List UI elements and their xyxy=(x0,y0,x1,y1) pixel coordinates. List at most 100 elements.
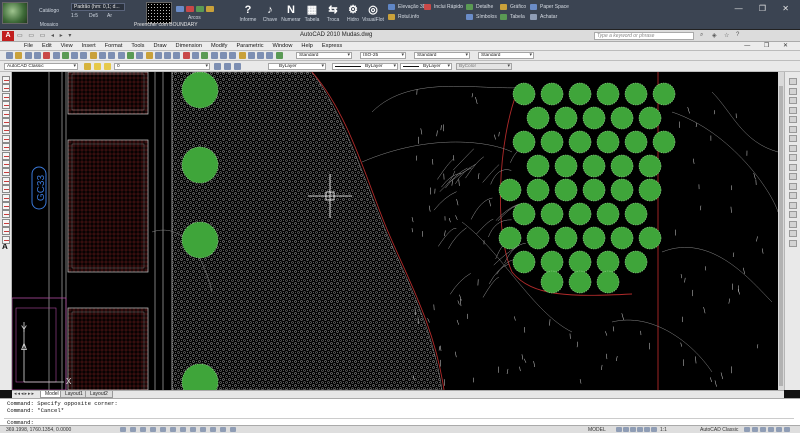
tree-symbol[interactable] xyxy=(498,226,522,250)
modify-tool-icon[interactable] xyxy=(789,87,797,95)
modify-tool-icon[interactable] xyxy=(789,230,797,237)
grid-option[interactable]: De5 xyxy=(89,13,106,21)
modify-tool-icon[interactable] xyxy=(789,97,797,104)
search-icon[interactable]: ⌕ xyxy=(700,32,703,39)
status-toggle-icon[interactable] xyxy=(180,427,186,432)
standard-tool-icon[interactable] xyxy=(89,52,97,59)
troca-icon[interactable]: ⇆ xyxy=(326,3,340,17)
tree-symbol[interactable] xyxy=(610,226,634,250)
status-toggle-icon[interactable] xyxy=(210,427,216,432)
star-icon[interactable]: ☆ xyxy=(724,32,729,39)
status-tray-icon[interactable] xyxy=(744,427,750,432)
standard-tool-icon[interactable] xyxy=(229,52,237,59)
status-tool-icon[interactable] xyxy=(616,427,622,432)
status-tool-icon[interactable] xyxy=(637,427,643,432)
status-tool-icon[interactable] xyxy=(651,427,657,432)
tree-symbol[interactable] xyxy=(554,106,578,130)
ribbon-button-3[interactable]: Gráfico xyxy=(500,3,526,12)
ribbon-button-7[interactable]: Tabela xyxy=(500,13,525,22)
menu-item-insert[interactable]: Insert xyxy=(82,43,96,49)
hidro-label[interactable]: Hidro xyxy=(342,17,364,23)
model-space-toggle[interactable]: MODEL xyxy=(588,427,606,433)
hidro-icon[interactable]: ⚙ xyxy=(346,3,360,17)
tab-layout2[interactable]: Layout2 xyxy=(85,391,113,398)
modify-tool-icon[interactable] xyxy=(789,144,797,152)
tree-symbol[interactable] xyxy=(540,270,564,294)
draw-tool-icon[interactable] xyxy=(2,160,10,168)
mosaic-label[interactable]: Mosaico xyxy=(30,22,68,28)
modify-tool-icon[interactable] xyxy=(789,201,797,209)
tree-symbol[interactable] xyxy=(512,202,536,226)
grid-option[interactable]: Ar xyxy=(107,13,124,21)
make-current-icon[interactable] xyxy=(214,63,221,70)
tree-symbol[interactable] xyxy=(610,154,634,178)
tree-symbol[interactable] xyxy=(181,221,219,259)
draw-tool-icon[interactable] xyxy=(2,227,10,236)
bulb-icon[interactable] xyxy=(94,63,101,70)
ribbon-button-4[interactable]: Paper Space xyxy=(530,3,569,12)
menu-item-format[interactable]: Format xyxy=(105,43,123,49)
color-dropdown[interactable]: ByLayer xyxy=(268,63,326,70)
shape-icon[interactable] xyxy=(186,6,194,12)
draw-tool-icon[interactable] xyxy=(2,210,10,219)
text-style-dropdown[interactable]: Standard xyxy=(296,52,352,59)
tree-symbol[interactable] xyxy=(568,270,592,294)
ribbon-button-2[interactable]: Detalhe xyxy=(466,3,493,12)
numerar-icon[interactable]: N xyxy=(284,3,298,17)
draw-tool-icon[interactable] xyxy=(2,109,10,118)
multileader-style-dropdown[interactable]: Standard xyxy=(478,52,534,59)
standard-tool-icon[interactable] xyxy=(136,52,144,59)
modify-tool-icon[interactable] xyxy=(789,220,797,228)
tree-symbol[interactable] xyxy=(540,130,564,154)
modify-tool-icon[interactable] xyxy=(789,182,797,190)
shape-icon-2[interactable] xyxy=(196,6,204,12)
tree-symbol[interactable] xyxy=(596,202,620,226)
standard-tool-icon[interactable] xyxy=(201,52,209,59)
status-tray-icon[interactable] xyxy=(760,427,766,432)
menu-item-edit[interactable]: Edit xyxy=(42,43,52,49)
standard-tool-icon[interactable] xyxy=(182,52,190,59)
status-tool-icon[interactable] xyxy=(623,427,629,432)
tree-symbol[interactable] xyxy=(582,154,606,178)
modify-tool-icon[interactable] xyxy=(789,154,797,161)
draw-tool-icon[interactable] xyxy=(2,218,10,227)
tree-symbol[interactable] xyxy=(596,82,620,106)
draw-tool-icon[interactable] xyxy=(2,92,10,101)
status-tool-icon[interactable] xyxy=(630,427,636,432)
draw-tool-icon[interactable] xyxy=(2,143,10,152)
draw-tool-icon[interactable] xyxy=(2,126,10,135)
standard-tool-icon[interactable] xyxy=(43,52,51,59)
standard-tool-icon[interactable] xyxy=(219,52,227,59)
arcos-label[interactable]: Arcos xyxy=(188,15,201,21)
command-input[interactable]: Command: xyxy=(4,418,794,426)
layer-properties-icon[interactable] xyxy=(84,63,91,70)
tree-symbol[interactable] xyxy=(582,226,606,250)
plotstyle-dropdown[interactable]: ByColor xyxy=(456,63,512,70)
table-style-dropdown[interactable]: Standard xyxy=(414,52,470,59)
layer-state-icon[interactable] xyxy=(234,63,241,70)
informe-icon[interactable]: ? xyxy=(241,3,255,17)
status-toggle-icon[interactable] xyxy=(150,427,156,432)
status-tray-icon[interactable] xyxy=(776,427,782,432)
standard-tool-icon[interactable] xyxy=(52,52,60,59)
draw-tool-icon[interactable] xyxy=(2,76,10,84)
hatch-preview-thumbnail[interactable] xyxy=(146,2,172,24)
catalog-thumbnail[interactable] xyxy=(2,2,28,24)
status-toggle-icon[interactable] xyxy=(120,427,126,432)
tree-symbol[interactable] xyxy=(652,82,676,106)
help-icon[interactable]: ? xyxy=(736,32,739,38)
drawing-svg[interactable]: GC33 Y Δ X xyxy=(12,72,778,390)
standard-tool-icon[interactable] xyxy=(247,52,255,59)
ribbon-button-5[interactable]: Rotul.info xyxy=(388,13,419,22)
chave-icon[interactable]: ♪ xyxy=(263,3,277,17)
workspace-dropdown[interactable]: AutoCAD Classic xyxy=(4,63,78,70)
standard-tool-icon[interactable] xyxy=(145,52,153,59)
drawing-window-controls[interactable]: — ❐ ✕ xyxy=(744,42,794,49)
menu-item-view[interactable]: View xyxy=(61,43,73,49)
modify-tool-icon[interactable] xyxy=(789,239,797,247)
coordinate-readout[interactable]: 369.1998, 1760.1354, 0.0000 xyxy=(6,427,71,433)
standard-tool-icon[interactable] xyxy=(173,52,181,59)
visualfloat-icon[interactable]: ◎ xyxy=(366,3,380,17)
quick-access-toolbar[interactable]: ▭ ▭ ▭ ◂ ▸ ▾ xyxy=(17,32,73,39)
standard-tool-icon[interactable] xyxy=(210,52,218,59)
